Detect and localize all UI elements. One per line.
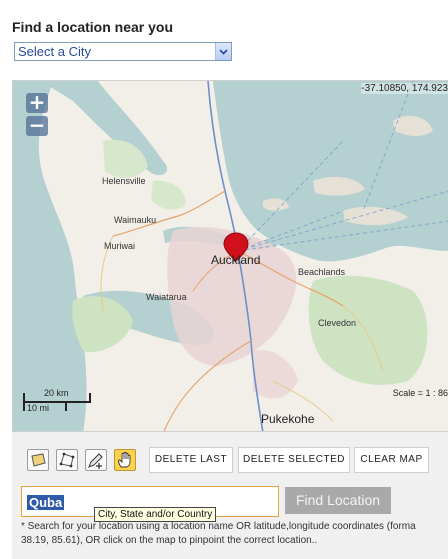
search-hint-line2: 38.19, 85.61), OR click on the map to pi… <box>21 535 318 546</box>
pan-hand-tool[interactable] <box>114 449 136 471</box>
delete-selected-button[interactable]: DELETE SELECTED <box>238 447 350 473</box>
scale-mi-label: 10 mi <box>27 403 50 413</box>
city-select[interactable]: Select a City <box>14 42 232 61</box>
rectangle-select-tool[interactable] <box>27 449 49 471</box>
pencil-plus-icon <box>88 453 103 469</box>
coordinates-readout: -37.10850, 174.923 <box>361 83 448 94</box>
search-hint-line1: * Search for your location using a locat… <box>21 521 416 532</box>
hand-icon <box>118 451 131 468</box>
city-select-value: Select a City <box>18 44 91 59</box>
place-label-beachlands: Beachlands <box>298 267 346 277</box>
scale-bar: 20 km 10 mi <box>23 388 93 413</box>
place-label-muriwai: Muriwai <box>104 241 136 251</box>
map-canvas[interactable]: Helensville Waimauku Muriwai Auckland Be… <box>12 80 448 432</box>
location-search-value: Quba <box>27 495 65 510</box>
rectangle-select-icon <box>31 453 46 467</box>
clear-map-button[interactable]: CLEAR MAP <box>354 447 429 473</box>
zoom-out-button[interactable]: − <box>26 115 48 136</box>
add-point-tool[interactable] <box>85 449 107 471</box>
place-label-auckland: Auckland <box>211 253 261 267</box>
scale-km-label: 20 km <box>44 388 69 398</box>
place-label-waimauku: Waimauku <box>114 215 157 225</box>
page-title: Find a location near you <box>12 19 174 35</box>
place-label-helensville: Helensville <box>102 176 146 186</box>
scale-ratio: Scale = 1 : 86 <box>392 388 448 398</box>
map-toolbar: DELETE LAST DELETE SELECTED CLEAR MAP Qu… <box>12 432 448 559</box>
search-hint: * Search for your location using a locat… <box>21 520 446 548</box>
place-label-clevedon: Clevedon <box>318 318 357 328</box>
place-label-pukekohe: Pukekohe <box>261 412 315 426</box>
zoom-in-button[interactable]: + <box>26 92 48 113</box>
polygon-select-tool[interactable] <box>56 449 78 471</box>
polygon-select-icon <box>59 452 75 468</box>
find-location-button[interactable]: Find Location <box>285 487 391 514</box>
place-label-waiatarua: Waiatarua <box>146 292 187 302</box>
search-tooltip: City, State and/or Country <box>94 507 217 522</box>
delete-last-button[interactable]: DELETE LAST <box>149 447 233 473</box>
chevron-down-icon[interactable] <box>215 43 231 60</box>
